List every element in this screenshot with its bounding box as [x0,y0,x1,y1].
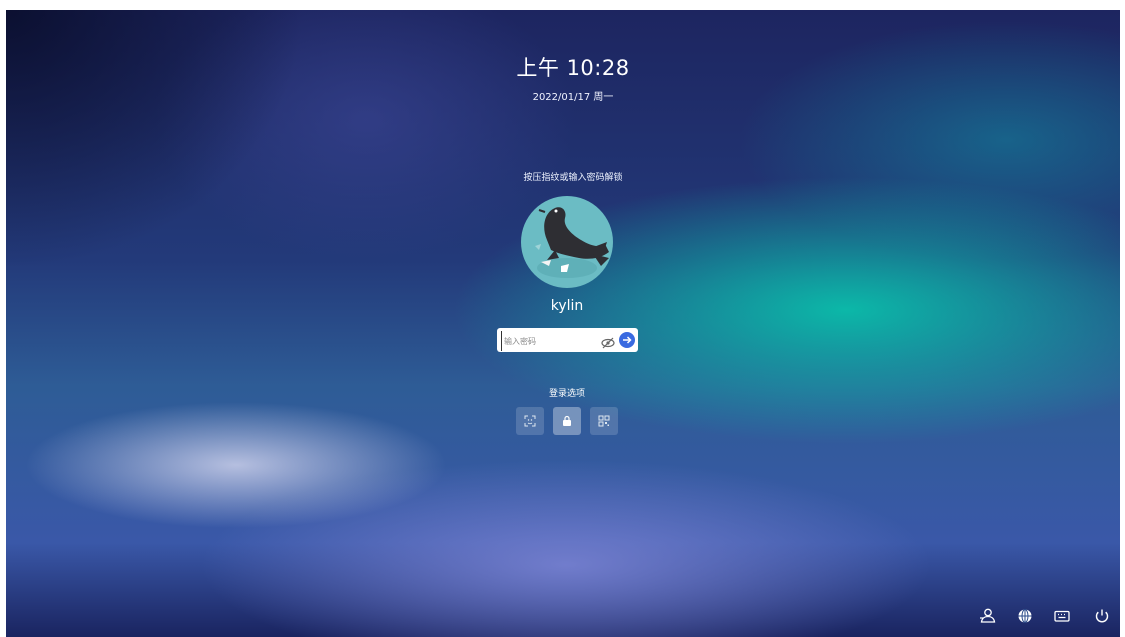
arrow-right-icon [623,336,632,344]
switch-user-button[interactable] [978,606,998,626]
power-button[interactable] [1092,606,1112,626]
username: kylin [550,298,584,314]
keyboard-button[interactable] [1052,606,1072,626]
lock-screen: 上午 10:28 2022/01/17 周一 按压指纹或输入密码解锁 kylin [6,10,1120,637]
network-button[interactable] [1015,606,1035,626]
show-password-icon[interactable] [601,334,615,349]
power-icon [1095,609,1109,623]
network-icon [1018,609,1032,623]
clock-date: 2022/01/17 周一 [532,92,614,103]
password-box [497,328,638,352]
password-input[interactable] [501,331,602,351]
face-login-option[interactable] [516,407,544,435]
clock-time: 上午 10:28 [516,56,630,80]
avatar [521,196,613,288]
switch-user-icon [980,608,996,623]
submit-button[interactable] [619,332,635,348]
unlock-hint: 按压指纹或输入密码解锁 [523,173,623,183]
qr-login-option[interactable] [590,407,618,435]
keyboard-icon [1054,610,1070,622]
qr-code-icon [598,415,610,427]
face-scan-icon [524,415,536,427]
login-options-label: 登录选项 [548,389,585,399]
seal-icon [535,207,609,278]
password-login-option[interactable] [553,407,581,435]
password-icon [563,415,571,426]
